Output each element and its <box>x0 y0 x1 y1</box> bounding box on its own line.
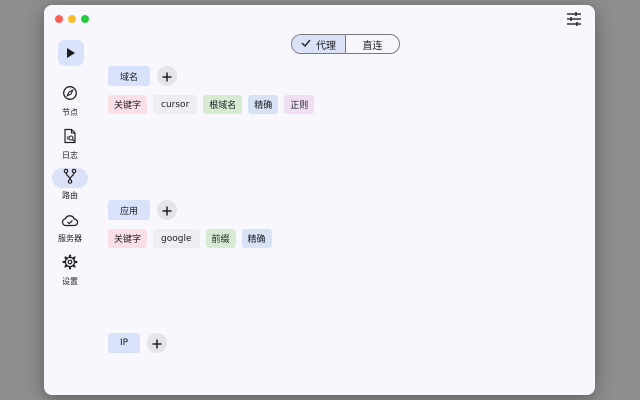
sidebar-item-nodes[interactable]: 节点 <box>44 85 96 118</box>
sliders-icon[interactable] <box>565 11 583 27</box>
ip-section-header: IP <box>108 333 168 353</box>
rule-chip-value[interactable]: google <box>153 229 200 248</box>
rule-chip-value[interactable]: cursor <box>153 95 198 114</box>
add-ip-rule-button[interactable] <box>147 333 168 353</box>
rule-chip-exact[interactable]: 精确 <box>241 229 272 248</box>
sidebar-item-label: 日志 <box>62 151 78 160</box>
sidebar-item-label: 设置 <box>62 277 78 286</box>
mode-option-label: 直连 <box>362 40 383 52</box>
mode-option-direct[interactable]: 直连 <box>346 35 399 53</box>
plus-icon <box>162 67 172 86</box>
rule-chip-prefix[interactable]: 前缀 <box>205 229 236 248</box>
app-window: 代理 直连 节点 日志 路由 服务器 设置 域名 关键字 cursor 根域名 … <box>44 5 595 395</box>
add-app-rule-button[interactable] <box>157 200 178 220</box>
cloud-check-icon <box>61 212 79 231</box>
plus-icon <box>162 201 172 220</box>
sidebar-item-label: 节点 <box>62 108 78 117</box>
start-button[interactable] <box>58 40 84 66</box>
rule-chip-root-domain[interactable]: 根域名 <box>203 95 243 114</box>
app-section-header: 应用 <box>108 200 178 220</box>
domain-rule-chips: 关键字 cursor 根域名 精确 正则 <box>108 95 320 114</box>
rule-chip-keyword[interactable]: 关键字 <box>108 95 148 114</box>
mode-option-label: 代理 <box>316 40 336 52</box>
rule-chip-exact[interactable]: 精确 <box>248 95 279 114</box>
section-title[interactable]: 域名 <box>108 66 151 86</box>
sidebar-item-routes[interactable]: 路由 <box>44 168 96 201</box>
sidebar-item-label: 路由 <box>62 191 78 200</box>
mode-segmented-control: 代理 直连 <box>291 34 400 54</box>
compass-icon <box>62 85 78 105</box>
section-title[interactable]: IP <box>108 333 141 353</box>
play-icon <box>66 44 76 63</box>
mode-option-proxy[interactable]: 代理 <box>292 35 346 53</box>
gear-icon <box>62 254 78 274</box>
add-domain-rule-button[interactable] <box>157 66 178 86</box>
app-rule-chips: 关键字 google 前缀 精确 <box>108 229 278 248</box>
rule-chip-keyword[interactable]: 关键字 <box>108 229 148 248</box>
log-search-icon <box>62 128 78 148</box>
rule-chip-regex[interactable]: 正则 <box>284 95 315 114</box>
checkmark-icon <box>301 39 311 50</box>
sidebar-item-logs[interactable]: 日志 <box>44 128 96 161</box>
sidebar-item-servers[interactable]: 服务器 <box>44 211 96 244</box>
sidebar-item-settings[interactable]: 设置 <box>44 254 96 287</box>
sidebar-item-label: 服务器 <box>58 234 82 243</box>
sidebar: 节点 日志 路由 服务器 设置 <box>44 5 96 395</box>
domain-section-header: 域名 <box>108 66 178 86</box>
section-title[interactable]: 应用 <box>108 200 151 220</box>
route-fork-icon <box>62 168 78 188</box>
plus-icon <box>152 334 162 353</box>
